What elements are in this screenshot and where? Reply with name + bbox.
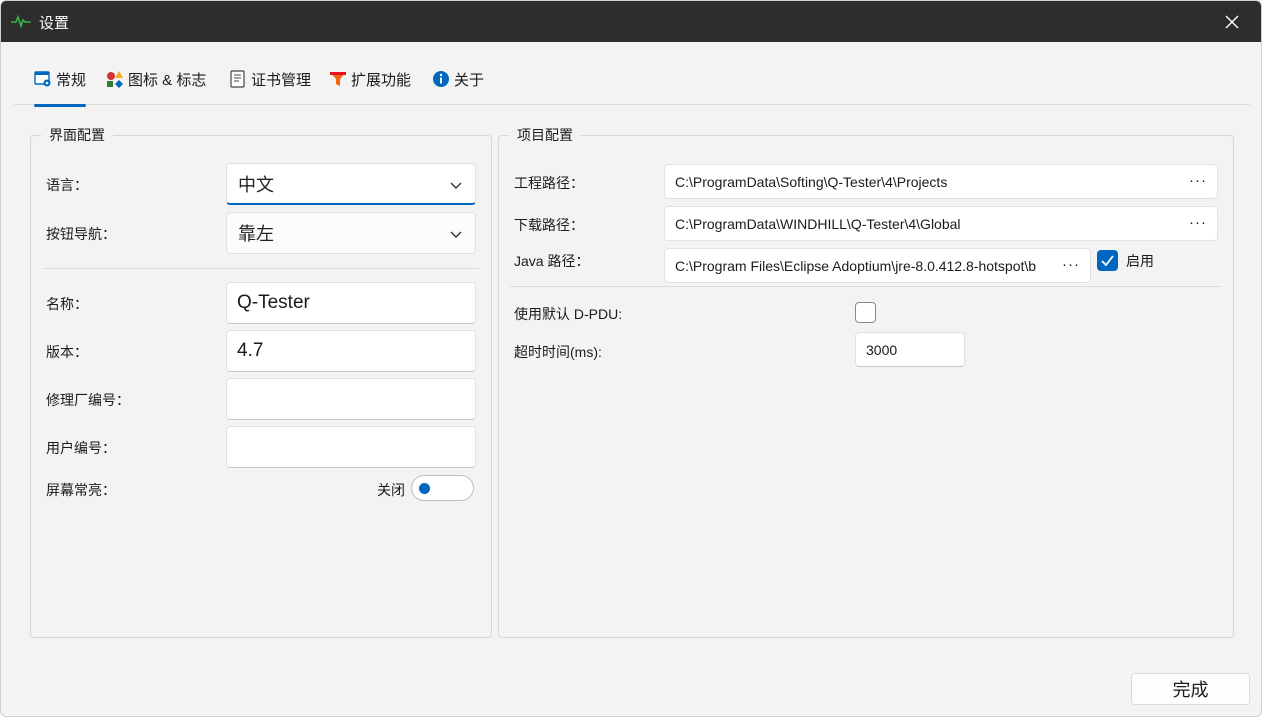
project-path-field[interactable]: C:\ProgramData\Softing\Q-Tester\4\Projec… — [664, 164, 1218, 199]
window-gear-icon — [34, 71, 51, 87]
timeout-field[interactable]: 3000 — [855, 332, 965, 367]
browse-button[interactable]: ··· — [1189, 172, 1207, 189]
pulse-wave-icon — [11, 14, 31, 28]
settings-window: 设置 常规 图标 & 标志 证书管理 扩展功能 关于 界面配置 语言： 中文 按… — [0, 0, 1262, 717]
tab-label: 图标 & 标志 — [128, 72, 207, 89]
divider — [510, 286, 1222, 287]
language-value: 中文 — [238, 174, 274, 196]
tab-general[interactable]: 常规 — [34, 61, 87, 107]
java-path-value: C:\Program Files\Eclipse Adoptium\jre-8.… — [675, 257, 1037, 274]
tab-label: 常规 — [56, 72, 87, 89]
shapes-icon — [107, 71, 123, 88]
funnel-icon — [330, 72, 346, 86]
java-enable-label: 启用 — [1126, 253, 1154, 269]
download-path-value: C:\ProgramData\WINDHILL\Q-Tester\4\Globa… — [675, 215, 961, 232]
download-path-field[interactable]: C:\ProgramData\WINDHILL\Q-Tester\4\Globa… — [664, 206, 1218, 241]
browse-button[interactable]: ··· — [1189, 214, 1207, 231]
java-path-field[interactable]: C:\Program Files\Eclipse Adoptium\jre-8.… — [664, 248, 1091, 283]
chevron-down-icon — [450, 182, 462, 189]
name-field[interactable]: Q-Tester — [226, 282, 476, 324]
toggle-knob — [419, 483, 430, 494]
project-path-value: C:\ProgramData\Softing\Q-Tester\4\Projec… — [675, 173, 948, 190]
default-dpdu-label: 使用默认 D-PDU: — [514, 306, 623, 322]
screen-on-state: 关闭 — [377, 482, 405, 498]
close-icon — [1225, 15, 1239, 28]
tab-label: 关于 — [454, 72, 485, 89]
download-path-label: 下载路径： — [514, 217, 584, 233]
tab-label: 扩展功能 — [351, 72, 412, 89]
button-nav-value: 靠左 — [238, 224, 274, 245]
timeout-value: 3000 — [866, 341, 898, 358]
tab-extensions[interactable]: 扩展功能 — [329, 61, 411, 105]
info-icon — [433, 71, 449, 87]
browse-button[interactable]: ··· — [1062, 256, 1080, 273]
java-path-label: Java 路径： — [514, 253, 590, 269]
java-enable-checkbox[interactable] — [1097, 250, 1118, 271]
user-no-label: 用户编号： — [46, 440, 116, 456]
title-bar: 设置 — [1, 1, 1261, 42]
done-button[interactable]: 完成 — [1131, 673, 1250, 705]
tab-about[interactable]: 关于 — [432, 61, 484, 105]
version-field[interactable]: 4.7 — [226, 330, 476, 372]
tab-label: 证书管理 — [251, 72, 312, 89]
checkmark-icon — [1101, 255, 1114, 267]
group-title: 界面配置 — [41, 125, 113, 145]
language-label: 语言： — [46, 177, 88, 193]
certificate-document-icon — [230, 70, 245, 88]
version-label: 版本： — [46, 344, 88, 360]
tab-certificates[interactable]: 证书管理 — [229, 61, 311, 105]
timeout-label: 超时时间(ms): — [514, 344, 602, 360]
window-title: 设置 — [39, 15, 70, 32]
default-dpdu-checkbox[interactable] — [855, 302, 876, 323]
name-value: Q-Tester — [237, 292, 310, 313]
screen-on-toggle[interactable] — [411, 475, 474, 501]
name-label: 名称： — [46, 296, 88, 312]
repair-shop-label: 修理厂编号： — [46, 392, 130, 408]
screen-on-label: 屏幕常亮： — [46, 482, 116, 498]
project-path-label: 工程路径： — [514, 175, 584, 191]
user-no-field[interactable] — [226, 426, 476, 468]
tab-bar: 常规 图标 & 标志 证书管理 扩展功能 关于 — [14, 61, 1250, 107]
button-nav-label: 按钮导航： — [46, 226, 116, 242]
close-button[interactable] — [1203, 1, 1261, 42]
divider — [42, 268, 479, 269]
version-value: 4.7 — [237, 340, 264, 361]
tab-icons-logos[interactable]: 图标 & 标志 — [106, 61, 206, 105]
chevron-down-icon — [450, 231, 462, 238]
group-title: 项目配置 — [509, 125, 581, 145]
repair-shop-field[interactable] — [226, 378, 476, 420]
button-nav-select[interactable]: 靠左 — [226, 212, 476, 254]
language-select[interactable]: 中文 — [226, 163, 476, 205]
